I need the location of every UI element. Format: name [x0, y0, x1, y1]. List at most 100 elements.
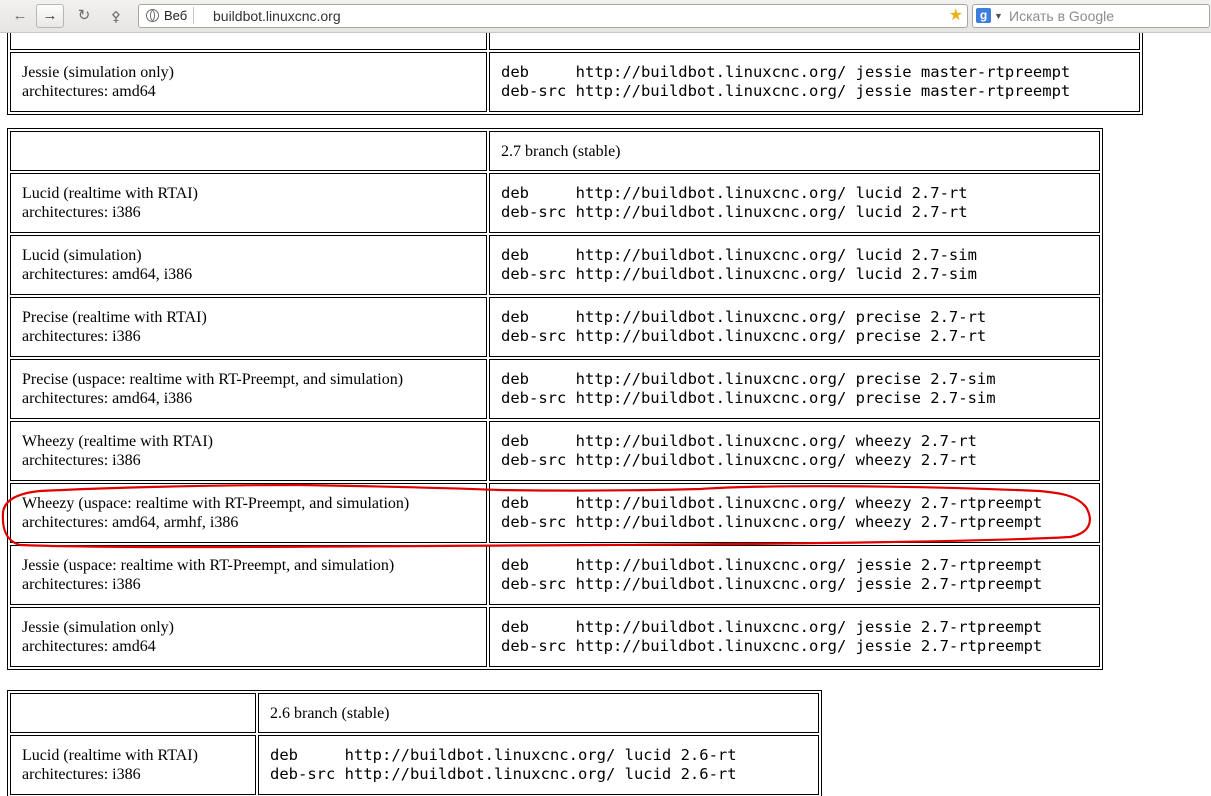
distribution-cell: Jessie (uspace: realtime with RT-Preempt…: [10, 545, 487, 605]
sources-cell: deb http://buildbot.linuxcnc.org/ wheezy…: [489, 483, 1100, 543]
distribution-cell: Jessie (simulation only) architectures: …: [10, 52, 487, 112]
page-content: Jessie (simulation only) architectures: …: [0, 33, 1211, 796]
sources-cell: deb http://buildbot.linuxcnc.org/ lucid …: [489, 235, 1100, 295]
site-label: Веб: [164, 8, 188, 23]
deb-line[interactable]: deb http://buildbot.linuxcnc.org/ wheezy…: [501, 494, 1088, 513]
architectures: architectures: i386: [22, 328, 141, 345]
deb-line[interactable]: deb http://buildbot.linuxcnc.org/ lucid …: [501, 184, 1088, 203]
deb-src-line[interactable]: deb-src http://buildbot.linuxcnc.org/ lu…: [270, 765, 807, 784]
architectures: architectures: i386: [22, 452, 141, 469]
url-text[interactable]: buildbot.linuxcnc.org: [213, 5, 341, 27]
table-row: Wheezy (realtime with RTAI) architectures…: [10, 421, 1100, 481]
chevron-down-icon[interactable]: ▼: [994, 5, 1003, 27]
deb-line[interactable]: deb http://buildbot.linuxcnc.org/ precis…: [501, 308, 1088, 327]
distribution-name: Wheezy (realtime with RTAI): [22, 433, 214, 450]
sources-cell: deb http://buildbot.linuxcnc.org/ precis…: [489, 297, 1100, 357]
deb-line[interactable]: deb http://buildbot.linuxcnc.org/ precis…: [501, 370, 1088, 389]
deb-src-line[interactable]: deb-src http://buildbot.linuxcnc.org/ je…: [501, 637, 1088, 656]
reload-icon: ↻: [77, 7, 91, 24]
distribution-cell: Jessie (simulation only) architectures: a…: [10, 607, 487, 667]
arrow-left-icon: ←: [12, 7, 28, 24]
deb-line[interactable]: deb http://buildbot.linuxcnc.org/ wheezy…: [501, 432, 1088, 451]
table-row: Jessie (simulation only) architectures: a…: [10, 607, 1100, 667]
deb-line[interactable]: deb http://buildbot.linuxcnc.org/ jessie…: [501, 63, 1128, 82]
sources-cell: deb http://buildbot.linuxcnc.org/ lucid …: [258, 735, 819, 795]
deb-src-line[interactable]: deb-src http://buildbot.linuxcnc.org/ lu…: [501, 203, 1088, 222]
table-row: Jessie (simulation only) architectures: …: [10, 52, 1140, 112]
distribution-cell: Lucid (realtime with RTAI) architectures…: [10, 735, 256, 795]
table-row: [10, 33, 1140, 50]
sources-cell: deb http://buildbot.linuxcnc.org/ lucid …: [489, 173, 1100, 233]
distribution-name: Precise (realtime with RTAI): [22, 309, 207, 326]
sources-cell: deb http://buildbot.linuxcnc.org/ jessie…: [489, 607, 1100, 667]
browser-toolbar: ← → ↻ ⚴ Веб buildbot.linuxcnc.org ★ g ▼: [0, 0, 1211, 33]
table-row: Wheezy (uspace: realtime with RT-Preempt…: [10, 483, 1100, 543]
deb-line[interactable]: deb http://buildbot.linuxcnc.org/ lucid …: [270, 746, 807, 765]
distribution-name: Lucid (realtime with RTAI): [22, 747, 198, 764]
arrow-right-icon: →: [42, 7, 58, 24]
deb-src-line[interactable]: deb-src http://buildbot.linuxcnc.org/ wh…: [501, 513, 1088, 532]
distribution-cell: Wheezy (uspace: realtime with RT-Preempt…: [10, 483, 487, 543]
architectures: architectures: amd64, i386: [22, 266, 193, 283]
reload-button[interactable]: ↻: [70, 4, 98, 28]
sources-cell: deb http://buildbot.linuxcnc.org/ jessie…: [489, 545, 1100, 605]
distribution-name: Wheezy (uspace: realtime with RT-Preempt…: [22, 495, 410, 512]
globe-icon: [146, 9, 159, 22]
distribution-cell: Wheezy (realtime with RTAI) architectures…: [10, 421, 487, 481]
table-row: Lucid (realtime with RTAI) architectures:…: [10, 173, 1100, 233]
distribution-cell: Lucid (realtime with RTAI) architectures:…: [10, 173, 487, 233]
distribution-cell: Precise (realtime with RTAI) architecture…: [10, 297, 487, 357]
table-row: Precise (realtime with RTAI) architecture…: [10, 297, 1100, 357]
empty-header-cell: [10, 693, 256, 733]
branch-27-table: 2.7 branch (stable) Lucid (realtime with…: [7, 128, 1103, 670]
master-branch-table: Jessie (simulation only) architectures: …: [7, 33, 1143, 115]
deb-line[interactable]: deb http://buildbot.linuxcnc.org/ lucid …: [501, 246, 1088, 265]
bookmark-star-icon[interactable]: ★: [949, 5, 963, 27]
distribution-name: Jessie (simulation only): [22, 619, 174, 636]
sources-cell: deb http://buildbot.linuxcnc.org/ jessie…: [489, 52, 1140, 112]
table-header-row: 2.6 branch (stable): [10, 693, 819, 733]
back-button[interactable]: ←: [6, 4, 34, 28]
branch-header: 2.7 branch (stable): [489, 131, 1100, 171]
architectures: architectures: amd64: [22, 83, 156, 100]
architectures: architectures: amd64: [22, 638, 156, 655]
branch-header: 2.6 branch (stable): [258, 693, 819, 733]
forward-button[interactable]: →: [36, 4, 64, 28]
table-row: Lucid (realtime with RTAI) architectures…: [10, 735, 819, 795]
architectures: architectures: i386: [22, 766, 141, 783]
distribution-name: Precise (uspace: realtime with RT-Preemp…: [22, 371, 404, 388]
deb-line[interactable]: deb http://buildbot.linuxcnc.org/ jessie…: [501, 618, 1088, 637]
table-row: Lucid (simulation) architectures: amd64, …: [10, 235, 1100, 295]
distribution-name: Jessie (uspace: realtime with RT-Preempt…: [22, 557, 395, 574]
distribution-cell: Lucid (simulation) architectures: amd64, …: [10, 235, 487, 295]
branch-26-table: 2.6 branch (stable) Lucid (realtime with…: [7, 690, 822, 796]
sources-cell: deb http://buildbot.linuxcnc.org/ wheezy…: [489, 421, 1100, 481]
architectures: architectures: i386: [22, 576, 141, 593]
address-bar[interactable]: Веб buildbot.linuxcnc.org ★: [138, 4, 968, 28]
table-header-row: 2.7 branch (stable): [10, 131, 1100, 171]
deb-src-line[interactable]: deb-src http://buildbot.linuxcnc.org/ lu…: [501, 265, 1088, 284]
empty-header-cell: [10, 131, 487, 171]
distribution-name: Lucid (simulation): [22, 247, 142, 264]
key-icon: ⚴: [110, 8, 122, 24]
key-button[interactable]: ⚴: [102, 4, 130, 28]
distribution-name: Jessie (simulation only): [22, 64, 174, 81]
distribution-cell: Precise (uspace: realtime with RT-Preemp…: [10, 359, 487, 419]
distribution-name: Lucid (realtime with RTAI): [22, 185, 198, 202]
architectures: architectures: amd64, armhf, i386: [22, 514, 239, 531]
table-row: Jessie (uspace: realtime with RT-Preempt…: [10, 545, 1100, 605]
sources-cell: deb http://buildbot.linuxcnc.org/ precis…: [489, 359, 1100, 419]
deb-src-line[interactable]: deb-src http://buildbot.linuxcnc.org/ je…: [501, 575, 1088, 594]
google-icon[interactable]: g: [976, 8, 991, 23]
deb-src-line[interactable]: deb-src http://buildbot.linuxcnc.org/ je…: [501, 82, 1128, 101]
search-bar[interactable]: g ▼: [972, 4, 1210, 28]
architectures: architectures: i386: [22, 204, 141, 221]
deb-line[interactable]: deb http://buildbot.linuxcnc.org/ jessie…: [501, 556, 1088, 575]
architectures: architectures: amd64, i386: [22, 390, 193, 407]
deb-src-line[interactable]: deb-src http://buildbot.linuxcnc.org/ wh…: [501, 451, 1088, 470]
deb-src-line[interactable]: deb-src http://buildbot.linuxcnc.org/ pr…: [501, 389, 1088, 408]
deb-src-line[interactable]: deb-src http://buildbot.linuxcnc.org/ pr…: [501, 327, 1088, 346]
search-input[interactable]: [1009, 6, 1205, 25]
site-identity-button[interactable]: Веб: [142, 7, 195, 24]
table-row: Precise (uspace: realtime with RT-Preemp…: [10, 359, 1100, 419]
